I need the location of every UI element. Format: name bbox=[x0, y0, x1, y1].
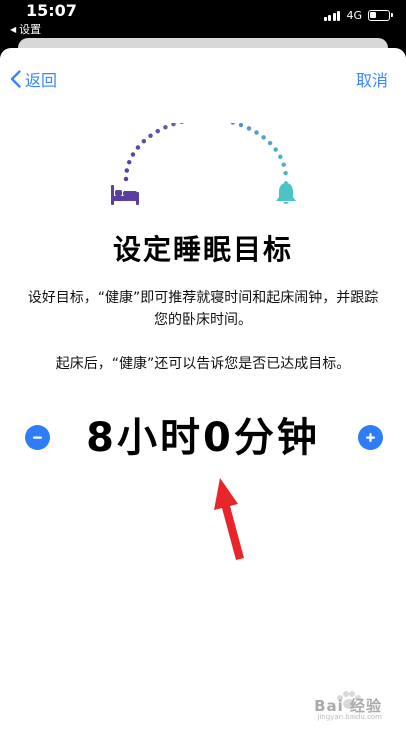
annotation-arrow-icon bbox=[214, 478, 244, 560]
sleep-duration-stepper: 8小时0分钟 bbox=[0, 413, 406, 463]
sleep-arc-graphic bbox=[111, 123, 296, 205]
increase-button[interactable] bbox=[358, 425, 383, 450]
status-time: 15:07 bbox=[26, 1, 77, 20]
bed-icon bbox=[111, 185, 139, 205]
plus-icon bbox=[366, 433, 375, 442]
signal-icon bbox=[323, 10, 341, 21]
status-back-to-app[interactable]: ◀ 设置 bbox=[10, 21, 41, 37]
description-secondary: 起床后，“健康”还可以告诉您是否已达成目标。 bbox=[55, 356, 351, 372]
status-back-label: 设置 bbox=[19, 23, 42, 36]
chevron-left-icon bbox=[10, 70, 21, 88]
cancel-button[interactable]: 取消 bbox=[356, 67, 388, 91]
sleep-goal-sheet: 返回 取消 设定睡眠目标 设好目标，“健康”即可推荐就寝时间和起床闹钟，并跟踪您… bbox=[0, 48, 406, 732]
sleep-duration-value: 8小时0分钟 bbox=[86, 415, 320, 461]
decrease-button[interactable] bbox=[25, 425, 50, 450]
page-title: 设定睡眠目标 bbox=[112, 233, 293, 266]
bell-icon bbox=[276, 181, 296, 204]
status-indicators: 4G bbox=[323, 9, 393, 22]
description-text: 设好目标，“健康”即可推荐就寝时间和起床闹钟，并跟踪您的卧床时间。 bbox=[27, 290, 379, 328]
network-type: 4G bbox=[346, 9, 362, 22]
back-button[interactable]: 返回 bbox=[10, 67, 57, 91]
back-triangle-icon: ◀ bbox=[10, 24, 17, 34]
minus-icon bbox=[33, 436, 42, 439]
watermark-url: jingyan.baidu.com bbox=[317, 713, 382, 721]
sleep-arc-dots bbox=[123, 123, 289, 182]
battery-icon bbox=[368, 10, 393, 21]
back-label: 返回 bbox=[25, 71, 58, 90]
status-bar: 15:07 ◀ 设置 4G bbox=[0, 0, 406, 38]
